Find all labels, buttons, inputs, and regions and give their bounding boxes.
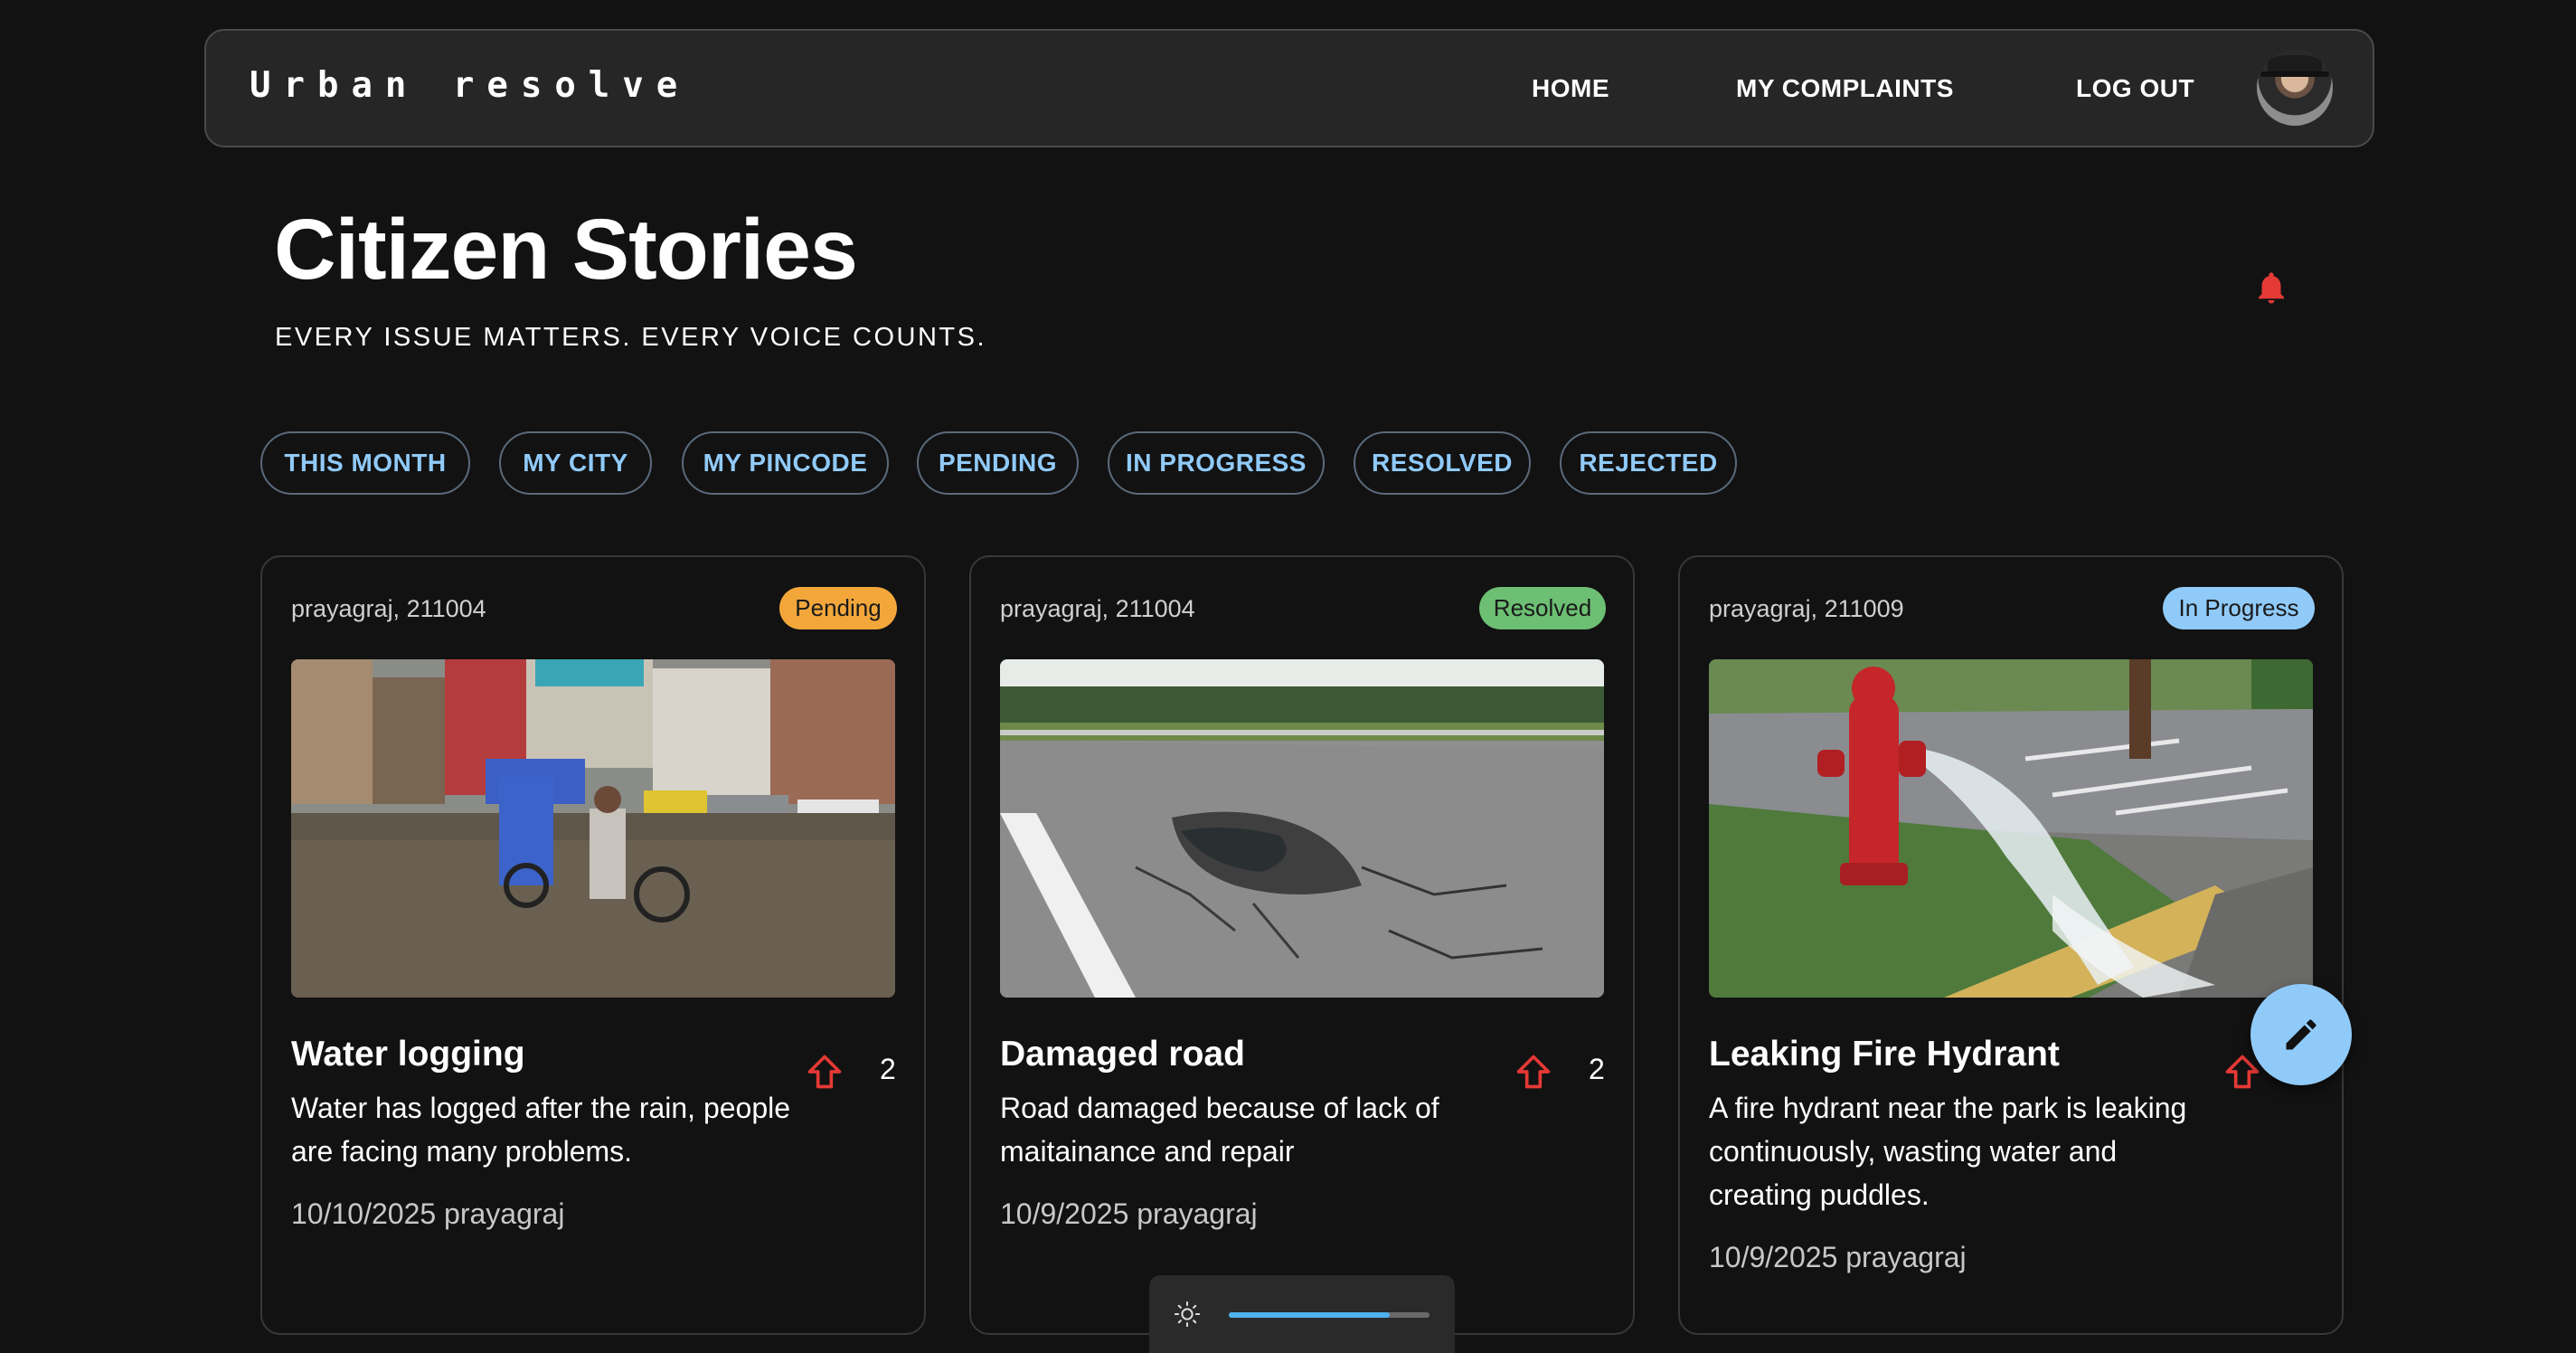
card-description: A fire hydrant near the park is leaking … bbox=[1709, 1092, 2187, 1211]
filter-chip-my-city[interactable]: MY CITY bbox=[499, 431, 652, 495]
filter-chip-resolved[interactable]: RESOLVED bbox=[1354, 431, 1531, 495]
status-badge: Resolved bbox=[1479, 587, 1606, 629]
card-image bbox=[1000, 659, 1604, 998]
sun-icon bbox=[1174, 1301, 1201, 1328]
arrow-up-outline-icon[interactable] bbox=[805, 1051, 845, 1093]
card-date: 10/9/2025 prayagraj bbox=[1709, 1241, 1967, 1273]
card-location: prayagraj, 211004 bbox=[291, 595, 486, 622]
arrow-up-outline-icon[interactable] bbox=[1514, 1051, 1553, 1093]
page-subtitle: EVERY ISSUE MATTERS. EVERY VOICE COUNTS. bbox=[275, 323, 987, 352]
filter-chip-this-month[interactable]: THIS MONTH bbox=[260, 431, 470, 495]
card-title: Leaking Fire Hydrant bbox=[1709, 1035, 2060, 1074]
upvote-count: 2 bbox=[880, 1053, 896, 1085]
complaint-card[interactable]: prayagraj, 211004 Pending Water logging bbox=[260, 555, 926, 1335]
brightness-slider-fill bbox=[1229, 1312, 1390, 1318]
nav-logout-link[interactable]: LOG OUT bbox=[2076, 74, 2194, 103]
card-description: Road damaged because of lack of maitaina… bbox=[1000, 1092, 1439, 1168]
pencil-icon bbox=[2286, 1019, 2317, 1050]
complaint-card[interactable]: prayagraj, 211009 In Progress Leaking Fi… bbox=[1678, 555, 2344, 1335]
bell-icon[interactable] bbox=[2252, 268, 2290, 308]
filter-chip-pending[interactable]: PENDING bbox=[917, 431, 1079, 495]
filter-chip-rejected[interactable]: REJECTED bbox=[1560, 431, 1737, 495]
brightness-slider[interactable] bbox=[1229, 1312, 1430, 1318]
filter-chip-in-progress[interactable]: IN PROGRESS bbox=[1108, 431, 1325, 495]
complaint-card[interactable]: prayagraj, 211004 Resolved Damaged road … bbox=[969, 555, 1635, 1335]
nav-my-complaints-link[interactable]: MY COMPLAINTS bbox=[1736, 74, 1954, 103]
card-description: Water has logged after the rain, people … bbox=[291, 1092, 791, 1168]
top-navbar: Urban resolve HOME MY COMPLAINTS LOG OUT bbox=[204, 29, 2374, 147]
upvote-count: 2 bbox=[1589, 1053, 1605, 1085]
card-date: 10/9/2025 prayagraj bbox=[1000, 1197, 1258, 1230]
status-badge: Pending bbox=[779, 587, 897, 629]
status-badge: In Progress bbox=[2163, 587, 2315, 629]
card-title: Damaged road bbox=[1000, 1035, 1245, 1074]
card-image bbox=[291, 659, 895, 998]
brand-logo[interactable]: Urban resolve bbox=[250, 65, 690, 106]
user-avatar[interactable] bbox=[2257, 50, 2333, 126]
card-date: 10/10/2025 prayagraj bbox=[291, 1197, 565, 1230]
card-title: Water logging bbox=[291, 1035, 525, 1074]
card-image bbox=[1709, 659, 2313, 998]
nav-home-link[interactable]: HOME bbox=[1532, 74, 1609, 103]
create-complaint-button[interactable] bbox=[2250, 984, 2352, 1085]
brightness-control bbox=[1149, 1275, 1455, 1353]
card-location: prayagraj, 211004 bbox=[1000, 595, 1195, 622]
card-location: prayagraj, 211009 bbox=[1709, 595, 1904, 622]
filter-chip-my-pincode[interactable]: MY PINCODE bbox=[682, 431, 889, 495]
page-title: Citizen Stories bbox=[274, 202, 858, 298]
